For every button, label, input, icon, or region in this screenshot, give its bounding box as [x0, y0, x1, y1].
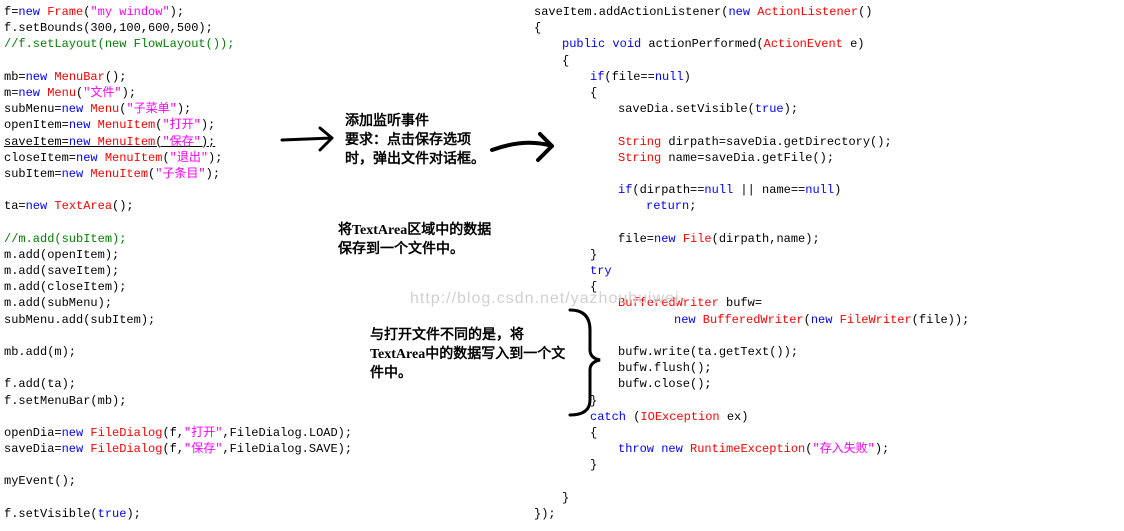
code-line: saveItem.addActionListener(new ActionLis…	[534, 4, 969, 20]
code-line: }	[534, 490, 969, 506]
code-line: saveDia.setVisible(true);	[534, 101, 969, 117]
code-line: mb=new MenuBar();	[4, 69, 334, 85]
code-line: String dirpath=saveDia.getDirectory();	[534, 134, 969, 150]
code-line: ta=new TextArea();	[4, 198, 334, 214]
code-line: myEvent();	[4, 473, 334, 489]
code-line: {	[534, 53, 969, 69]
code-line: {	[534, 20, 969, 36]
code-line: m.add(saveItem);	[4, 263, 334, 279]
code-line: //m.add(subItem);	[4, 231, 334, 247]
code-line: file=new File(dirpath,name);	[534, 231, 969, 247]
code-line: String name=saveDia.getFile();	[534, 150, 969, 166]
left-code-block: f=new Frame("my window"); f.setBounds(30…	[4, 4, 334, 522]
right-code-block: saveItem.addActionListener(new ActionLis…	[534, 4, 969, 522]
code-line: }	[534, 457, 969, 473]
code-line: f.add(ta);	[4, 376, 334, 392]
code-line: }	[534, 247, 969, 263]
code-line: subItem=new MenuItem("子条目");	[4, 166, 334, 182]
code-line: subMenu=new Menu("子菜单");	[4, 101, 334, 117]
code-line: {	[534, 85, 969, 101]
bracket-icon	[560, 300, 610, 420]
code-line: mb.add(m);	[4, 344, 334, 360]
code-line: f.setMenuBar(mb);	[4, 393, 334, 409]
annotation-listener: 添加监听事件 要求：点击保存选项时，弹出文件对话框。	[345, 113, 495, 170]
code-line: if(dirpath==null || name==null)	[534, 182, 969, 198]
code-line: return;	[534, 198, 969, 214]
code-line: {	[534, 425, 969, 441]
code-line: f.setBounds(300,100,600,500);	[4, 20, 334, 36]
code-line: public void actionPerformed(ActionEvent …	[534, 36, 969, 52]
arrow-icon	[280, 120, 350, 160]
code-line: if(file==null)	[534, 69, 969, 85]
code-line: m.add(closeItem);	[4, 279, 334, 295]
watermark: http://blog.csdn.net/yazhouhuiwei	[410, 288, 680, 310]
code-line: });	[534, 506, 969, 522]
code-line: try	[534, 263, 969, 279]
code-line: f=new Frame("my window");	[4, 4, 334, 20]
code-line: throw new RuntimeException("存入失败");	[534, 441, 969, 457]
code-line: m.add(openItem);	[4, 247, 334, 263]
annotation-save-textarea: 将TextArea区域中的数据保存到一个文件中。	[338, 222, 498, 260]
code-line: m=new Menu("文件");	[4, 85, 334, 101]
arrow-icon	[490, 120, 570, 180]
code-line: subMenu.add(subItem);	[4, 312, 334, 328]
code-line: saveDia=new FileDialog(f,"保存",FileDialog…	[4, 441, 334, 457]
annotation-write-file: 与打开文件不同的是，将TextArea中的数据写入到一个文件中。	[370, 327, 570, 384]
code-line: m.add(subMenu);	[4, 295, 334, 311]
code-line: f.setVisible(true);	[4, 506, 334, 522]
code-line: //f.setLayout(new FlowLayout());	[4, 36, 334, 52]
code-line: openDia=new FileDialog(f,"打开",FileDialog…	[4, 425, 334, 441]
